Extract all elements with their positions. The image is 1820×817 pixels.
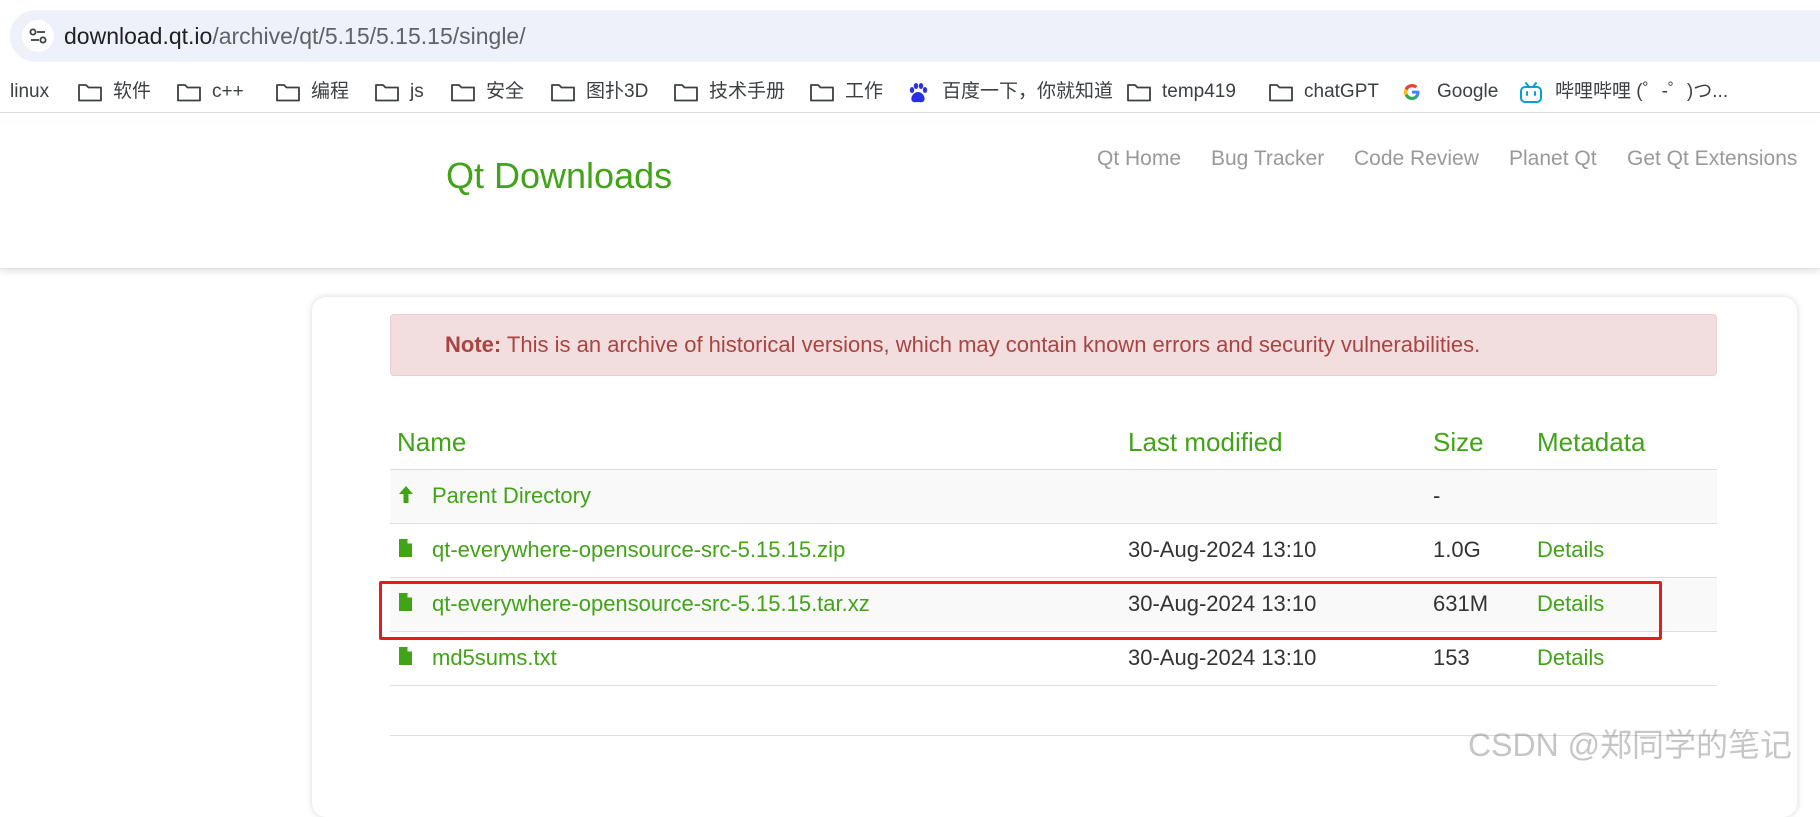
bookmark-label: 技术手册 xyxy=(709,81,786,102)
bookmark-label: temp419 xyxy=(1162,81,1236,102)
bookmark-label: 图扑3D xyxy=(586,81,649,102)
folder-icon xyxy=(810,84,834,102)
folder-icon xyxy=(451,84,475,102)
folder-icon xyxy=(551,84,575,102)
nav-code-review[interactable]: Code Review xyxy=(1354,147,1479,171)
url-path: /archive/qt/5.15/5.15.15/single/ xyxy=(212,23,526,49)
archive-note: Note: This is an archive of historical v… xyxy=(390,314,1717,376)
last-modified-cell: 30-Aug-2024 13:10 xyxy=(1128,645,1317,670)
url-text[interactable]: download.qt.io/archive/qt/5.15/5.15.15/s… xyxy=(64,10,526,62)
table-row: Parent Directory - xyxy=(390,470,1717,524)
details-link[interactable]: Details xyxy=(1537,537,1604,563)
google-icon xyxy=(1404,84,1420,100)
last-modified-cell: 30-Aug-2024 13:10 xyxy=(1128,537,1317,562)
site-header: Qt Downloads Qt Home Bug Tracker Code Re… xyxy=(0,123,1820,269)
bookmark-linux[interactable]: linux xyxy=(10,72,49,112)
bookmark-label: js xyxy=(410,81,424,102)
baidu-icon xyxy=(909,83,928,103)
bookmarks-bar: linux 软件 c++ 编程 js 安全 图扑3D 技术手册 工作 百度一下，… xyxy=(0,72,1820,113)
folder-icon xyxy=(375,84,399,102)
nav-qt-home[interactable]: Qt Home xyxy=(1097,147,1181,171)
bookmark-label: chatGPT xyxy=(1304,81,1379,102)
address-bar[interactable]: download.qt.io/archive/qt/5.15/5.15.15/s… xyxy=(10,10,1820,62)
bookmark-label: c++ xyxy=(212,81,244,102)
table-row: qt-everywhere-opensource-src-5.15.15.zip… xyxy=(390,524,1717,578)
folder-icon xyxy=(674,84,698,102)
note-label: Note: xyxy=(445,332,502,357)
size-cell: 1.0G xyxy=(1433,537,1481,562)
nav-planet-qt[interactable]: Planet Qt xyxy=(1509,147,1597,171)
bookmark-label: Google xyxy=(1437,81,1499,102)
note-text: This is an archive of historical version… xyxy=(501,332,1481,357)
bookmark-label: 哔哩哔哩 (゜-゜)つ... xyxy=(1555,81,1729,102)
folder-icon xyxy=(1127,84,1151,102)
file-icon xyxy=(399,539,412,557)
nav-get-qt-extensions[interactable]: Get Qt Extensions xyxy=(1627,147,1797,171)
bookmark-label: 安全 xyxy=(486,81,525,102)
size-cell: 153 xyxy=(1433,645,1470,670)
table-row: md5sums.txt 30-Aug-2024 13:10 153 Detail… xyxy=(390,632,1717,686)
highlight-annotation-box xyxy=(379,581,1662,640)
table-header: Name Last modified Size Metadata xyxy=(390,415,1717,470)
folder-icon xyxy=(78,84,102,102)
url-host: download.qt.io xyxy=(64,23,213,49)
bookmark-label: 工作 xyxy=(845,81,884,102)
details-link[interactable]: Details xyxy=(1537,645,1604,671)
bookmark-label: 百度一下，你就知道 xyxy=(942,81,1114,102)
bookmark-label: linux xyxy=(10,81,50,102)
folder-icon xyxy=(177,84,201,102)
file-icon xyxy=(399,647,412,665)
parent-directory-link[interactable]: Parent Directory xyxy=(432,483,591,509)
site-title-link[interactable]: Qt Downloads xyxy=(446,155,672,197)
bookmark-label: 编程 xyxy=(311,81,350,102)
watermark-text: CSDN @郑同学的笔记 xyxy=(1468,727,1793,763)
column-header-name[interactable]: Name xyxy=(397,427,466,458)
file-link-zip[interactable]: qt-everywhere-opensource-src-5.15.15.zip xyxy=(432,537,845,563)
site-info-icon[interactable] xyxy=(22,20,54,52)
size-cell: - xyxy=(1433,483,1441,508)
file-link-md5sums[interactable]: md5sums.txt xyxy=(432,645,557,671)
column-header-last-modified[interactable]: Last modified xyxy=(1128,427,1283,458)
column-header-metadata[interactable]: Metadata xyxy=(1537,427,1645,458)
column-header-size[interactable]: Size xyxy=(1433,427,1484,458)
folder-icon xyxy=(1269,84,1293,102)
bilibili-icon xyxy=(1520,82,1542,103)
arrow-up-icon xyxy=(399,486,413,503)
bookmark-label: 软件 xyxy=(113,81,152,102)
nav-bug-tracker[interactable]: Bug Tracker xyxy=(1211,147,1324,171)
folder-icon xyxy=(276,84,300,102)
